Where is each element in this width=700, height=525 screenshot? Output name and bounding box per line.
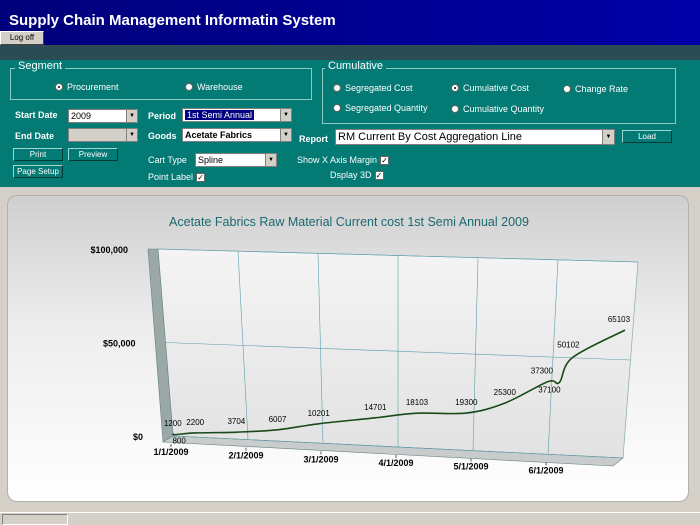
period-select[interactable]: 1st Semi Annual ▼ (182, 108, 292, 122)
controls-panel: Segment Procurement Warehouse Cumulative… (0, 60, 700, 187)
preview-button[interactable]: Preview (68, 148, 118, 161)
chevron-down-icon: ▼ (126, 129, 137, 141)
radio-cumulative-quantity[interactable]: Cumulative Quantity (451, 104, 544, 114)
report-label: Report (299, 134, 328, 144)
title-bar: Supply Chain Management Informatin Syste… (0, 0, 700, 45)
point-label-checkbox[interactable]: Point Label ✓ (148, 172, 206, 182)
app-title: Supply Chain Management Informatin Syste… (9, 12, 336, 29)
checkmark-icon: ✓ (374, 170, 384, 180)
point-label: 37100 (538, 385, 561, 394)
start-date-select[interactable]: 2009 ▼ (68, 109, 138, 123)
point-label: 50102 (557, 341, 580, 350)
chevron-down-icon: ▼ (280, 109, 291, 121)
show-x-margin-checkbox[interactable]: Show X Axis Margin ✓ (297, 155, 390, 165)
toolbar-strip (0, 45, 700, 60)
radio-dot-icon (563, 85, 571, 93)
radio-dot-icon (185, 83, 193, 91)
y-axis-ticks: $0 $50,000 $100,000 (90, 245, 143, 442)
load-button[interactable]: Load (622, 130, 672, 143)
x-tick-label: 2/1/2009 (228, 451, 263, 461)
chart-panel: Acetate Fabrics Raw Material Current cos… (7, 195, 689, 502)
print-button[interactable]: Print (13, 148, 63, 161)
y-tick-label: $100,000 (90, 245, 128, 255)
log-off-button[interactable]: Log off (0, 31, 44, 45)
chevron-down-icon: ▼ (265, 154, 276, 166)
point-label: 25300 (494, 388, 517, 397)
segment-group: Segment Procurement Warehouse (10, 60, 312, 100)
segment-title: Segment (15, 60, 66, 72)
end-date-label: End Date (15, 131, 55, 141)
point-label: 37300 (531, 367, 554, 376)
goods-select[interactable]: Acetate Fabrics ▼ (182, 128, 292, 142)
display-3d-checkbox[interactable]: Dsplay 3D ✓ (330, 170, 384, 180)
chevron-down-icon: ▼ (126, 110, 137, 122)
chart-area: Acetate Fabrics Raw Material Current cos… (0, 187, 700, 512)
page-setup-button[interactable]: Page Setup (13, 165, 63, 178)
x-tick-label: 1/1/2009 (153, 447, 188, 457)
x-tick-label: 4/1/2009 (378, 458, 413, 468)
radio-segregated-quantity[interactable]: Segregated Quantity (333, 103, 428, 113)
point-label: 1200 (164, 419, 182, 428)
point-label: 800 (172, 437, 186, 446)
radio-segregated-cost[interactable]: Segregated Cost (333, 83, 413, 93)
end-date-select[interactable]: ▼ (68, 128, 138, 142)
segment-radio-procurement[interactable]: Procurement (55, 82, 119, 92)
cumulative-title: Cumulative (325, 60, 387, 72)
radio-dot-icon (55, 83, 63, 91)
radio-change-rate[interactable]: Change Rate (563, 84, 628, 94)
radio-dot-icon (451, 105, 459, 113)
x-tick-label: 6/1/2009 (528, 465, 563, 475)
point-label: 18103 (406, 398, 429, 407)
chart-type-select[interactable]: Spline ▼ (195, 153, 277, 167)
point-label: 6007 (269, 415, 287, 424)
chart-svg: Acetate Fabrics Raw Material Current cos… (90, 215, 639, 475)
chevron-down-icon: ▼ (280, 129, 291, 141)
radio-dot-icon (451, 84, 459, 92)
checkmark-icon: ✓ (196, 172, 206, 182)
x-tick-label: 5/1/2009 (453, 462, 488, 472)
point-label: 65103 (608, 315, 631, 324)
start-date-label: Start Date (15, 110, 58, 120)
point-label: 14701 (364, 403, 387, 412)
period-label: Period (148, 111, 177, 121)
status-bar (0, 512, 700, 525)
point-label: 3704 (227, 417, 245, 426)
radio-dot-icon (333, 104, 341, 112)
checkmark-icon: ✓ (380, 155, 390, 165)
x-tick-label: 3/1/2009 (303, 454, 338, 464)
y-tick-label: $50,000 (103, 339, 136, 349)
point-label: 19300 (455, 398, 478, 407)
point-label: 10201 (308, 409, 331, 418)
goods-label: Goods (148, 131, 177, 141)
chevron-down-icon: ▼ (602, 130, 614, 144)
chart-type-label: Cart Type (148, 155, 187, 165)
point-label: 2200 (186, 418, 204, 427)
radio-dot-icon (333, 84, 341, 92)
cumulative-group: Cumulative Segregated Cost Cumulative Co… (322, 60, 676, 124)
y-tick-label: $0 (133, 432, 143, 442)
chart-title: Acetate Fabrics Raw Material Current cos… (169, 215, 529, 229)
report-select[interactable]: RM Current By Cost Aggregation Line ▼ (335, 129, 615, 145)
status-cell (2, 514, 68, 525)
segment-radio-warehouse[interactable]: Warehouse (185, 82, 243, 92)
radio-cumulative-cost[interactable]: Cumulative Cost (451, 83, 529, 93)
